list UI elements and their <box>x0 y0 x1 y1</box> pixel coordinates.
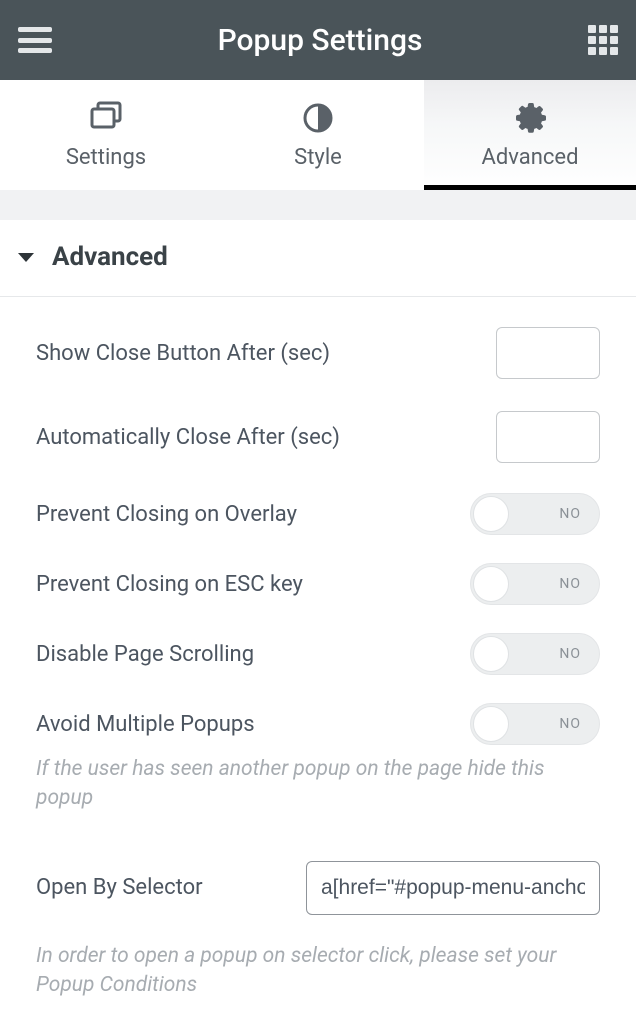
label-prevent-esc: Prevent Closing on ESC key <box>36 572 470 597</box>
tab-settings[interactable]: Settings <box>0 80 212 190</box>
section-title: Advanced <box>52 242 168 272</box>
divider-strip <box>0 190 636 220</box>
toggle-state: NO <box>559 576 581 592</box>
label-disable-scroll: Disable Page Scrolling <box>36 642 470 667</box>
page-title: Popup Settings <box>218 23 423 58</box>
desc-open-by-selector: In order to open a popup on selector cli… <box>36 942 600 1011</box>
toggle-avoid-multiple[interactable]: NO <box>470 703 600 745</box>
row-show-close-after: Show Close Button After (sec) <box>36 311 600 395</box>
section-toggle-advanced[interactable]: Advanced <box>0 220 636 297</box>
apps-icon[interactable] <box>588 25 618 55</box>
tab-advanced[interactable]: Advanced <box>424 80 636 190</box>
row-avoid-multiple: Avoid Multiple Popups NO <box>36 689 600 759</box>
label-prevent-overlay: Prevent Closing on Overlay <box>36 502 470 527</box>
tab-label: Style <box>294 145 342 170</box>
toggle-prevent-esc[interactable]: NO <box>470 563 600 605</box>
tab-style[interactable]: Style <box>212 80 424 190</box>
row-prevent-esc: Prevent Closing on ESC key NO <box>36 549 600 619</box>
window-icon <box>89 101 123 135</box>
toggle-state: NO <box>559 716 581 732</box>
toggle-state: NO <box>559 646 581 662</box>
tab-label: Advanced <box>482 145 579 170</box>
label-auto-close-after: Automatically Close After (sec) <box>36 425 496 450</box>
caret-down-icon <box>18 253 34 262</box>
row-prevent-overlay: Prevent Closing on Overlay NO <box>36 479 600 549</box>
input-show-close-after[interactable] <box>496 327 600 379</box>
row-auto-close-after: Automatically Close After (sec) <box>36 395 600 479</box>
toggle-state: NO <box>559 506 581 522</box>
tabs: Settings Style Advanced <box>0 80 636 190</box>
toggle-disable-scroll[interactable]: NO <box>470 633 600 675</box>
toggle-prevent-overlay[interactable]: NO <box>470 493 600 535</box>
row-open-by-selector: Open By Selector <box>36 852 600 924</box>
advanced-panel: Show Close Button After (sec) Automatica… <box>0 297 636 1011</box>
app-header: Popup Settings <box>0 0 636 80</box>
input-auto-close-after[interactable] <box>496 411 600 463</box>
input-open-by-selector[interactable] <box>306 861 600 915</box>
gear-icon <box>513 101 547 135</box>
label-open-by-selector: Open By Selector <box>36 875 286 900</box>
row-disable-scroll: Disable Page Scrolling NO <box>36 619 600 689</box>
label-avoid-multiple: Avoid Multiple Popups <box>36 712 470 737</box>
menu-icon[interactable] <box>18 27 52 53</box>
desc-avoid-multiple: If the user has seen another popup on th… <box>36 755 600 824</box>
tab-label: Settings <box>66 145 146 170</box>
label-show-close-after: Show Close Button After (sec) <box>36 341 496 366</box>
contrast-icon <box>301 101 335 135</box>
